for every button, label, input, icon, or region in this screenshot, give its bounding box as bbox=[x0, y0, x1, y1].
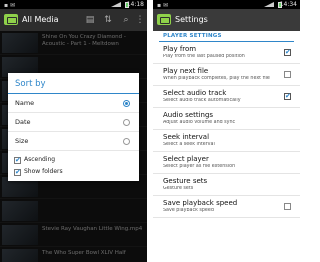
preference-summary: When playback completes, play the next f… bbox=[163, 76, 270, 81]
preference-summary: Select a seek interval bbox=[163, 142, 215, 147]
show-folders-checkbox[interactable] bbox=[14, 168, 21, 176]
preference-summary: Play from the last paused position bbox=[163, 54, 245, 59]
signal-icon bbox=[264, 2, 274, 7]
ascending-checkbox-row[interactable]: Ascending bbox=[14, 155, 134, 166]
ascending-checkbox[interactable] bbox=[14, 156, 21, 164]
checkbox-label: Show folders bbox=[24, 168, 63, 175]
app-icon[interactable] bbox=[4, 14, 18, 25]
radio-button-selected[interactable] bbox=[123, 100, 130, 107]
preference-item[interactable]: Select player Select player as file exten… bbox=[153, 152, 300, 174]
show-folders-checkbox-row[interactable]: Show folders bbox=[14, 167, 134, 178]
radio-button[interactable] bbox=[123, 138, 130, 145]
sort-dialog: Sort by Name Date Size Ascending Show fo… bbox=[8, 73, 139, 181]
preference-summary: Adjust audio volume and sync bbox=[163, 120, 236, 125]
signal-icon bbox=[111, 2, 121, 7]
section-header: PLAYER SETTINGS bbox=[163, 33, 222, 39]
preference-title: Gesture sets bbox=[163, 177, 208, 185]
radio-button[interactable] bbox=[123, 119, 130, 126]
preference-title: Save playback speed bbox=[163, 199, 238, 207]
preference-title: Select audio track bbox=[163, 89, 227, 97]
preference-item[interactable]: Play from Play from the last paused posit… bbox=[153, 42, 300, 64]
action-bar: All Media ▤ ⇅ ⌕ ⋮ bbox=[0, 9, 147, 31]
preference-title: Select player bbox=[163, 155, 209, 163]
status-time: 14:18 bbox=[126, 1, 144, 8]
preference-item[interactable]: Audio settings Adjust audio volume and sy… bbox=[153, 108, 300, 130]
preference-summary: Select player as file extension bbox=[163, 164, 236, 169]
preference-checkbox[interactable] bbox=[284, 71, 291, 78]
overflow-menu-icon[interactable]: ⋮ bbox=[134, 14, 146, 26]
folder-icon[interactable]: ▤ bbox=[84, 14, 96, 26]
sort-option-size[interactable]: Size bbox=[8, 132, 139, 151]
preference-item[interactable]: Gesture sets Gesture sets bbox=[153, 174, 300, 196]
status-time: 14:34 bbox=[279, 1, 297, 8]
sort-option-date[interactable]: Date bbox=[8, 113, 139, 132]
preference-list: Play from Play from the last paused posit… bbox=[153, 42, 300, 218]
status-bar: ▪ ✉ 14:18 bbox=[0, 0, 147, 9]
preference-item[interactable]: Seek interval Select a seek interval bbox=[153, 130, 300, 152]
sort-icon[interactable]: ⇅ bbox=[102, 14, 114, 26]
app-icon[interactable] bbox=[157, 14, 171, 25]
checkbox-label: Ascending bbox=[24, 156, 56, 163]
preference-checkbox[interactable] bbox=[284, 48, 291, 56]
preference-title: Play from bbox=[163, 45, 197, 53]
action-bar: Settings bbox=[153, 9, 300, 31]
status-bar: ▪ ✉ 14:34 bbox=[153, 0, 300, 9]
sort-option-name[interactable]: Name bbox=[8, 94, 139, 113]
search-icon[interactable]: ⌕ bbox=[120, 14, 132, 26]
preference-item[interactable]: Select audio track Select audio track aut… bbox=[153, 86, 300, 108]
option-label: Date bbox=[15, 118, 31, 126]
preference-summary: Save playback speed bbox=[163, 208, 214, 213]
preference-checkbox[interactable] bbox=[284, 92, 291, 100]
media-list-screen: ▪ ✉ 14:18 All Media ▤ ⇅ ⌕ ⋮ Shine On You… bbox=[0, 0, 147, 262]
option-label: Size bbox=[15, 137, 29, 145]
preference-title: Audio settings bbox=[163, 111, 214, 119]
screen-title: Settings bbox=[175, 15, 208, 24]
preference-item[interactable]: Save playback speed Save playback speed bbox=[153, 196, 300, 218]
preference-item[interactable]: Play next file When playback completes, p… bbox=[153, 64, 300, 86]
option-label: Name bbox=[15, 99, 35, 107]
preference-summary: Gesture sets bbox=[163, 186, 194, 191]
preference-title: Play next file bbox=[163, 67, 209, 75]
preference-checkbox[interactable] bbox=[284, 203, 291, 210]
screen-title: All Media bbox=[22, 15, 59, 24]
settings-screen: ▪ ✉ 14:34 Settings PLAYER SETTINGS Play … bbox=[153, 0, 300, 262]
preference-summary: Select audio track automatically bbox=[163, 98, 241, 103]
dialog-title: Sort by bbox=[15, 79, 46, 89]
preference-title: Seek interval bbox=[163, 133, 210, 141]
